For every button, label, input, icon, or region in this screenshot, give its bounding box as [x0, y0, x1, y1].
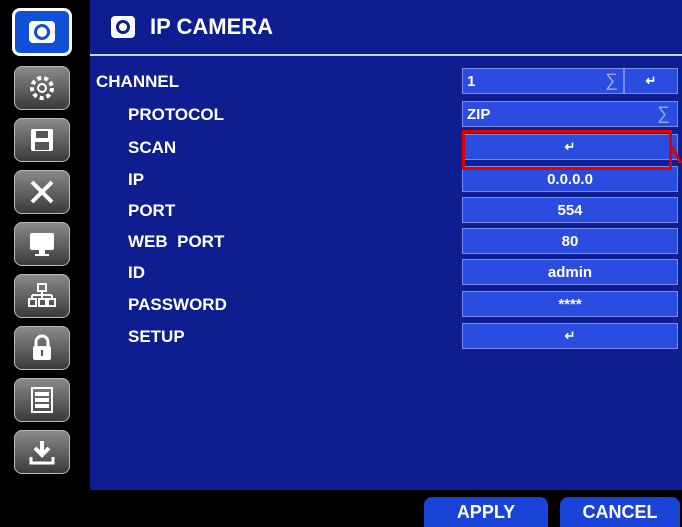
tools-icon — [30, 180, 54, 204]
channel-value: 1 — [467, 72, 476, 90]
sidebar-camera-button[interactable] — [12, 8, 72, 56]
enter-icon: ↵ — [564, 328, 576, 343]
sidebar-storage-button[interactable] — [14, 118, 70, 162]
password-label: PASSWORD — [128, 295, 227, 314]
port-label: PORT — [128, 201, 176, 220]
camera-icon — [29, 21, 55, 43]
password-field[interactable]: **** — [462, 291, 678, 317]
cancel-button[interactable]: CANCEL — [560, 497, 680, 527]
sidebar — [0, 0, 90, 490]
sidebar-settings-button[interactable] — [14, 66, 70, 110]
sidebar-download-button[interactable] — [14, 430, 70, 474]
sidebar-security-button[interactable] — [14, 326, 70, 370]
list-icon — [31, 387, 53, 413]
protocol-label: PROTOCOL — [128, 105, 225, 124]
monitor-icon — [30, 233, 54, 256]
gear-icon — [30, 76, 54, 100]
panel-header: IP CAMERA — [90, 0, 682, 56]
sidebar-display-button[interactable] — [14, 222, 70, 266]
sidebar-log-button[interactable] — [14, 378, 70, 422]
port-field[interactable]: 554 — [462, 197, 678, 223]
enter-icon: ↵ — [645, 73, 657, 88]
page-title: IP CAMERA — [150, 14, 274, 39]
apply-button[interactable]: APPLY — [424, 497, 548, 527]
channel-enter-button[interactable]: ↵ — [624, 68, 678, 94]
id-field[interactable]: admin — [462, 259, 678, 285]
protocol-value: ZIP — [467, 105, 491, 123]
dropdown-icon: ∑ — [657, 103, 670, 123]
dropdown-icon: ∑ — [605, 70, 618, 90]
pointer-arrow-icon — [670, 146, 682, 164]
web-port-field[interactable]: 80 — [462, 228, 678, 254]
sidebar-network-button[interactable] — [14, 274, 70, 318]
id-label: ID — [128, 263, 145, 282]
sidebar-tools-button[interactable] — [14, 170, 70, 214]
setup-label: SETUP — [128, 327, 185, 346]
camera-icon — [111, 16, 135, 38]
floppy-disk-icon — [31, 129, 53, 151]
protocol-select[interactable]: ZIP ∑ — [462, 101, 678, 127]
download-icon — [29, 441, 55, 465]
setup-button[interactable]: ↵ — [462, 323, 678, 349]
scan-highlight-box — [462, 130, 672, 170]
scan-label: SCAN — [128, 138, 177, 157]
web-port-label: WEB PORT — [128, 232, 225, 251]
ip-label: IP — [128, 170, 145, 189]
network-icon — [28, 283, 56, 307]
channel-select[interactable]: 1 ∑ — [462, 68, 624, 94]
channel-label: CHANNEL — [96, 72, 180, 91]
lock-icon — [33, 334, 51, 360]
header-divider — [90, 54, 682, 56]
